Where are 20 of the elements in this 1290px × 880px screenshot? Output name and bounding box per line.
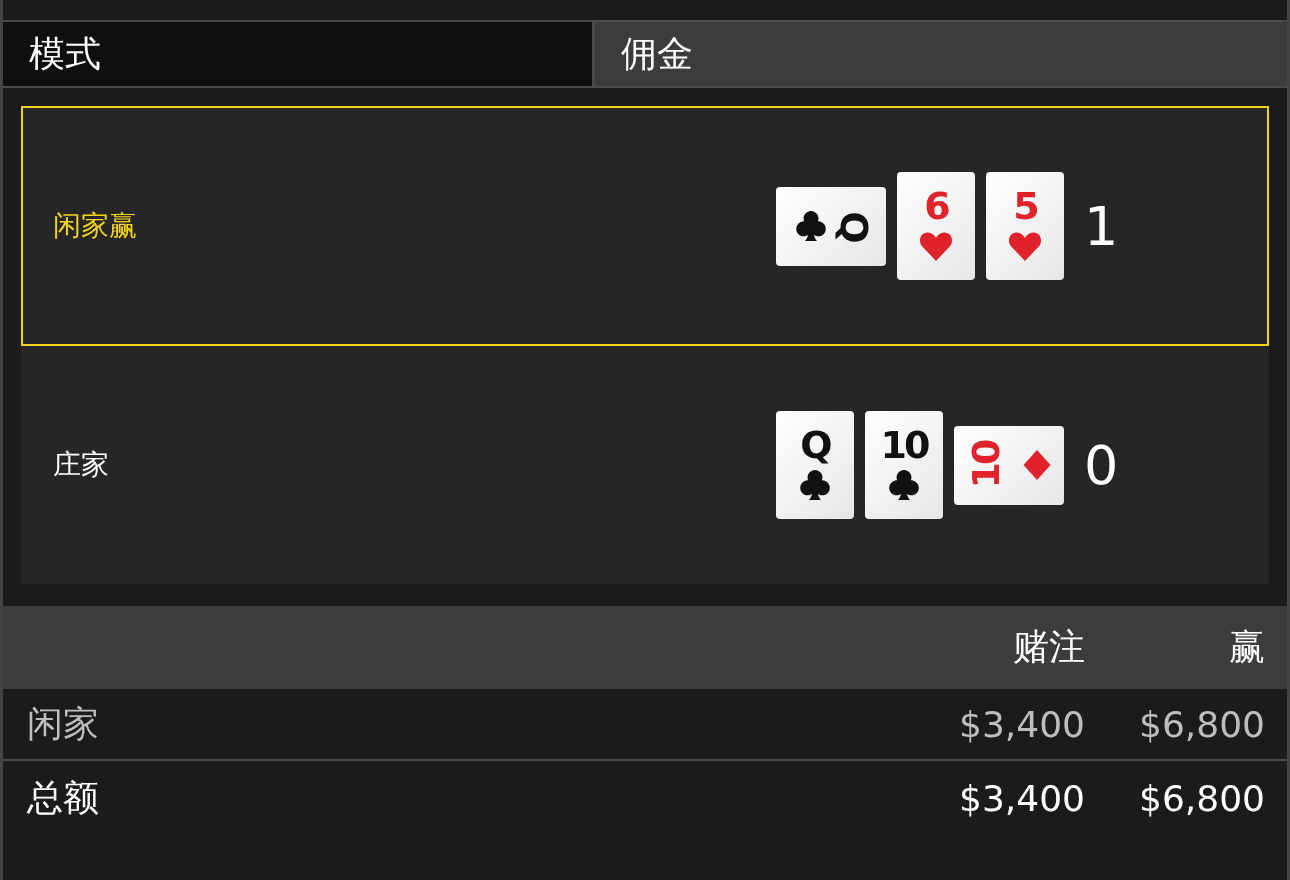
playing-card: Q [776,411,854,519]
win-amount: $6,800 [1138,777,1265,819]
row-label: 总额 [27,775,100,820]
hand-label: 闲家赢 [52,208,138,244]
playing-card: Q [776,186,886,266]
tab[interactable]: 佣金 [595,22,1287,86]
playing-card: 6 [897,172,975,280]
win-amount: $6,800 [1138,703,1265,745]
playing-card: 10 [865,411,943,519]
bet-amount: $3,400 [958,703,1085,745]
hand-score: 0 [1084,433,1119,497]
playing-card: 5 [986,172,1064,280]
column-header: 赢 [1228,625,1265,669]
bet-amount: $3,400 [958,777,1085,819]
playing-card: 10 [954,425,1064,505]
hand-score: 1 [1084,194,1119,258]
row-label: 闲家 [27,701,100,746]
column-header: 赌注 [1012,625,1085,669]
hand-label: 庄家 [52,447,110,483]
tab[interactable]: 模式 [3,22,595,86]
